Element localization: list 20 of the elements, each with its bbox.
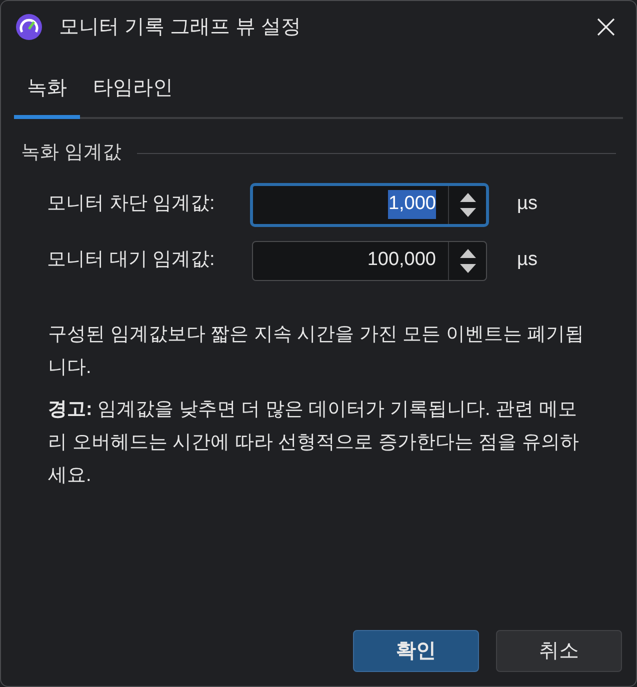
field-label: 모니터 대기 임계값: [47, 248, 216, 272]
tab[interactable]: 타임라인 [80, 73, 186, 119]
group-title: 녹화 임계값 [21, 141, 122, 165]
spin-arrows-icon[interactable] [458, 190, 476, 218]
field-label: 모니터 차단 임계값: [47, 192, 216, 216]
cancel-button[interactable]: 취소 [496, 630, 622, 672]
ok-button[interactable]: 확인 [353, 630, 479, 672]
unit-label: µs [517, 192, 538, 216]
unit-label: µs [517, 248, 538, 272]
number-spinbox[interactable]: 100,000 [252, 240, 487, 280]
gauge-icon [15, 13, 43, 41]
field-value: 100,000 [367, 248, 436, 272]
close-icon[interactable] [596, 17, 616, 37]
description-text: 구성된 임계값보다 짧은 지속 시간을 가진 모든 이벤트는 폐기됩니다. [48, 322, 586, 380]
tab[interactable]: 녹화 [14, 73, 80, 119]
field-value: 1,000 [388, 190, 436, 219]
number-spinbox[interactable]: 1,000 [250, 182, 489, 226]
spin-arrows-icon[interactable] [458, 246, 476, 274]
description-text: 경고: 임계값을 낮추면 더 많은 데이터가 기록됩니다. 관련 메모리 오버헤드는 시간에 따라 선형적으로 증가한다는 점을 유의하세요. [48, 398, 580, 488]
window-title: 모니터 기록 그래프 뷰 설정 [59, 15, 302, 40]
